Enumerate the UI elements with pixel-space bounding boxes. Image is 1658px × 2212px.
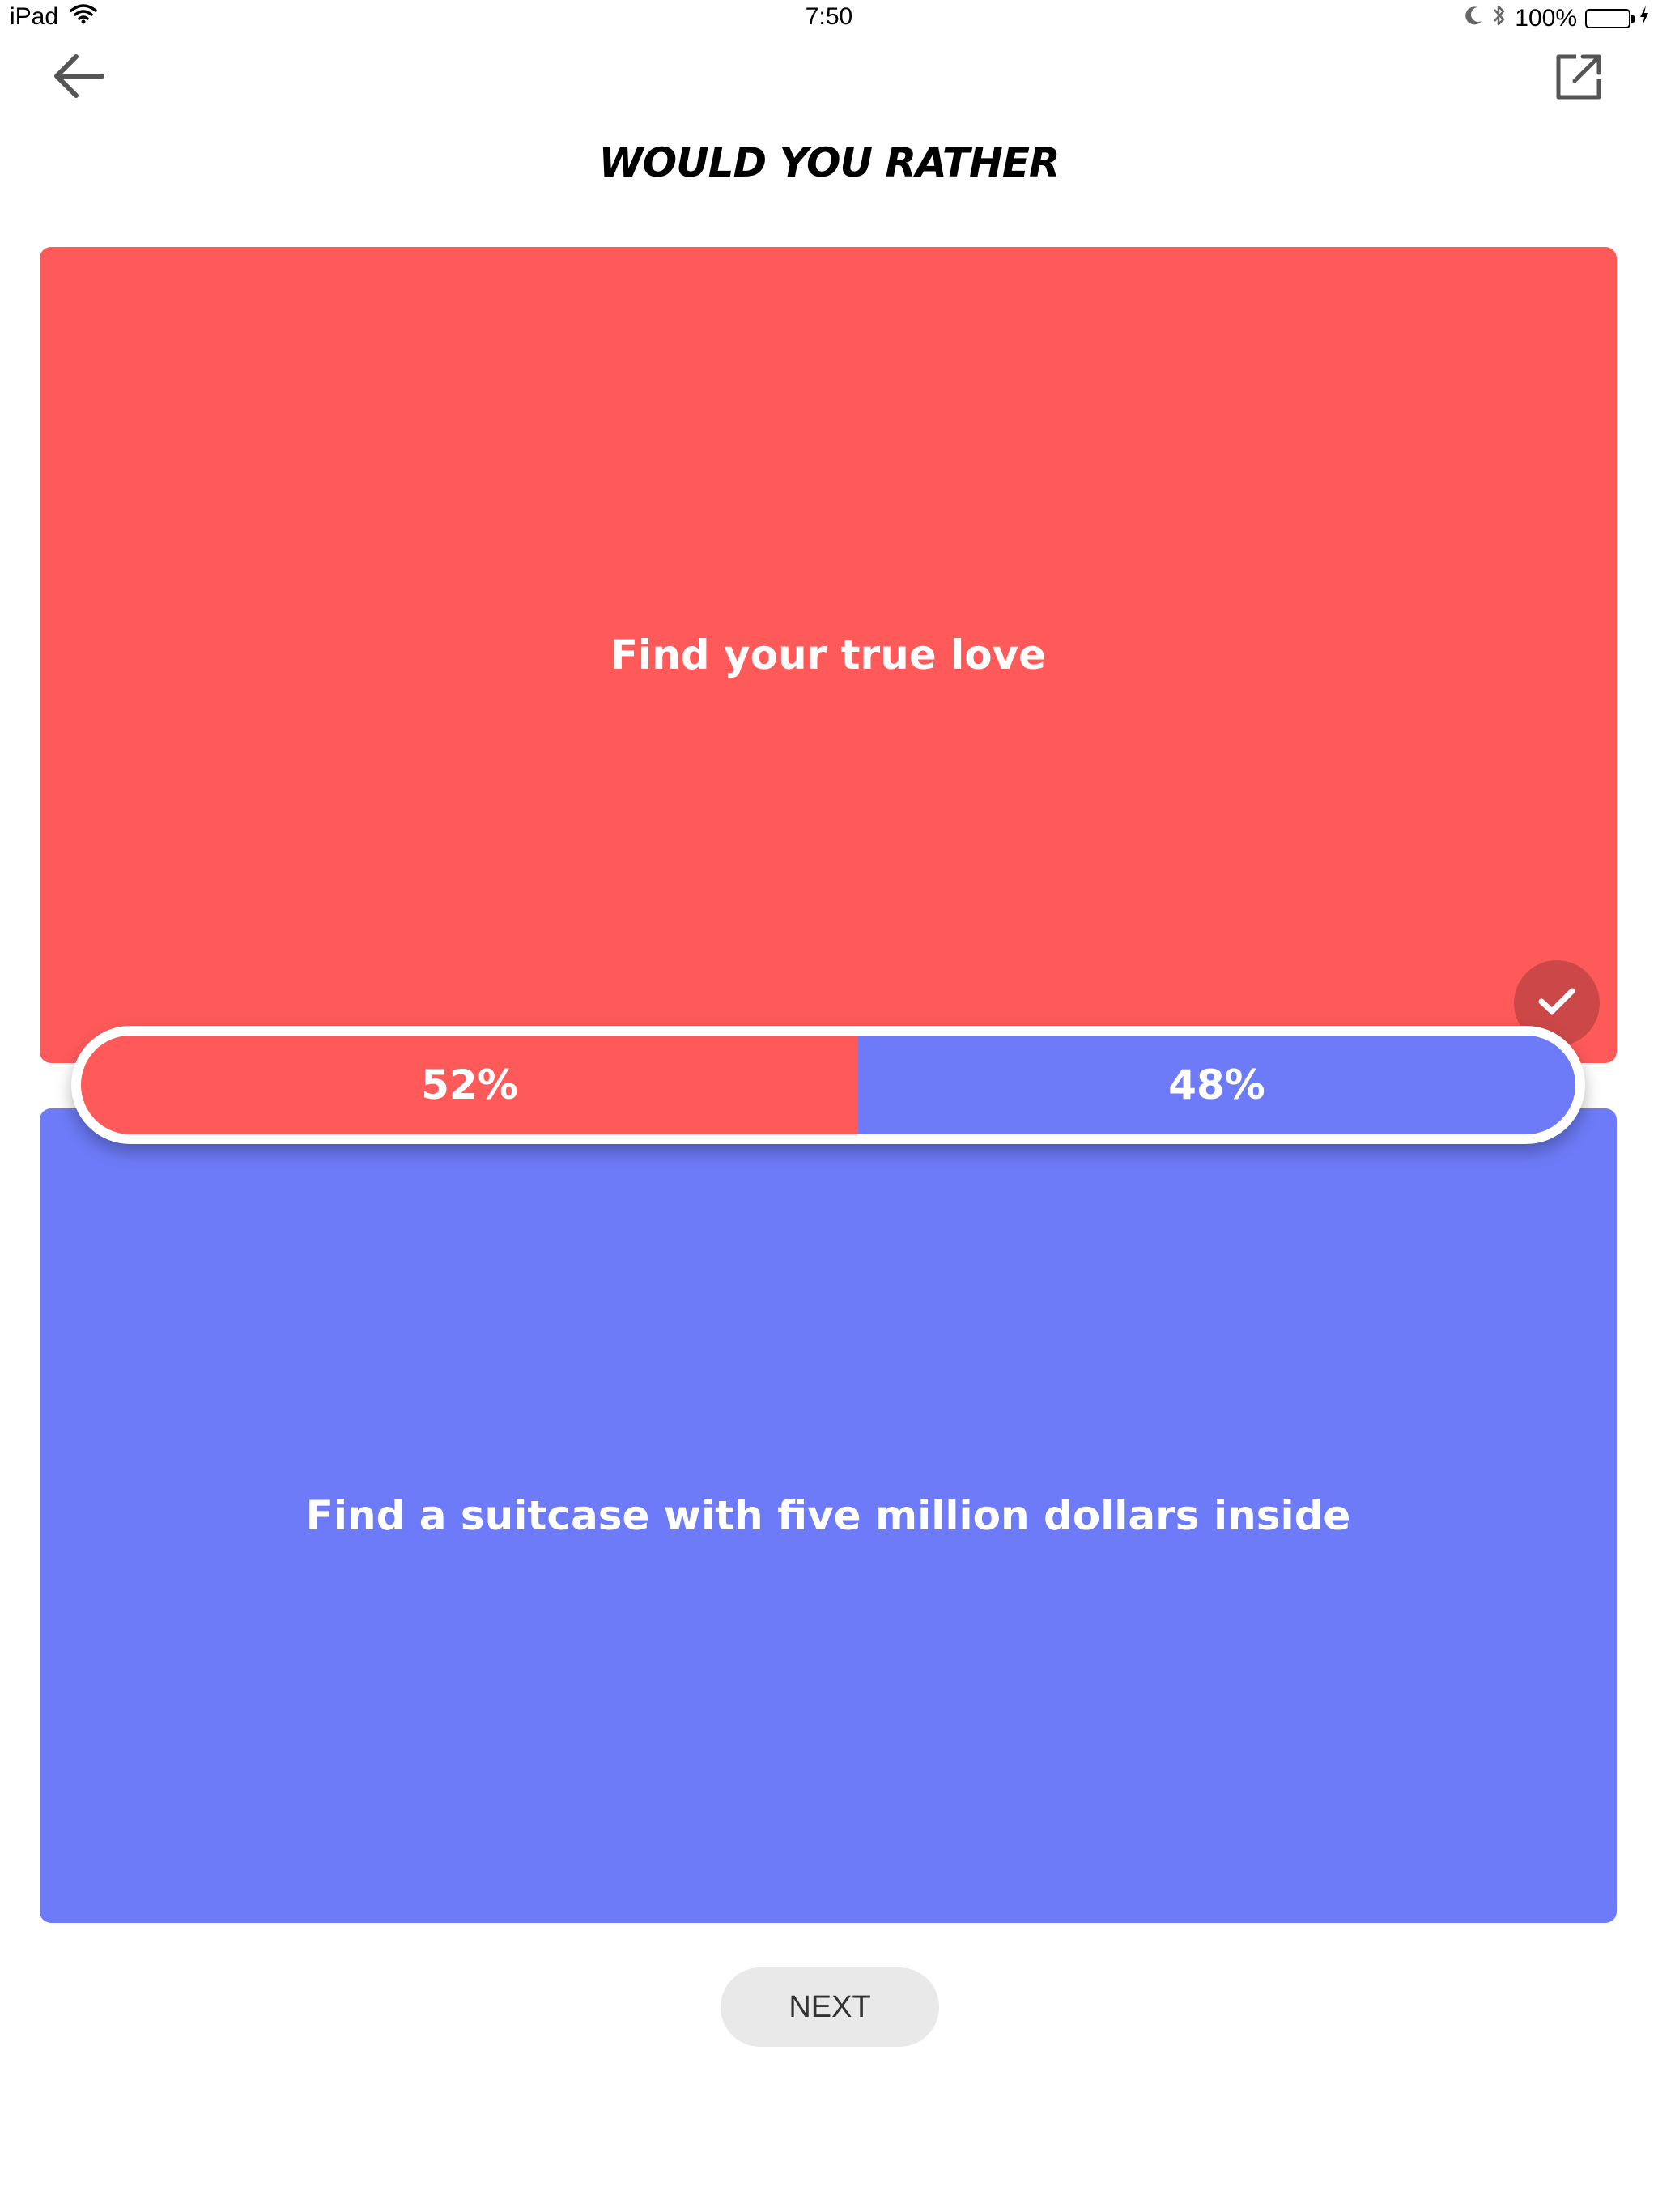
option-a-card[interactable]: Find your true love — [40, 247, 1617, 1063]
checkmark-icon — [1537, 985, 1577, 1021]
option-b-text: Find a suitcase with five million dollar… — [305, 1492, 1351, 1539]
back-button[interactable] — [42, 45, 115, 110]
status-right: 100% — [1465, 3, 1650, 34]
option-a-text: Find your true love — [610, 632, 1047, 678]
arrow-left-icon — [50, 52, 107, 104]
option-a-percent-segment: 52% — [81, 1036, 858, 1134]
bluetooth-icon — [1492, 3, 1507, 34]
battery-nub — [1631, 15, 1635, 23]
option-b-percent: 48% — [1168, 1061, 1265, 1108]
result-bar-inner: 52% 48% — [81, 1036, 1575, 1134]
share-button[interactable] — [1543, 45, 1616, 110]
page-title: WOULD YOU RATHER — [598, 139, 1061, 186]
result-bar: 52% 48% — [71, 1026, 1585, 1144]
status-bar: iPad 7:50 100% — [0, 0, 1658, 39]
app-screen: iPad 7:50 100% WOULD YOU RATHER Find you… — [0, 0, 1658, 2212]
moon-icon — [1465, 5, 1484, 32]
charging-icon — [1639, 5, 1650, 32]
battery-percent: 100% — [1515, 5, 1577, 32]
battery-icon — [1585, 9, 1635, 28]
status-time: 7:50 — [805, 3, 853, 30]
next-button[interactable]: NEXT — [721, 1967, 939, 2047]
option-a-percent: 52% — [421, 1061, 518, 1108]
option-b-percent-segment: 48% — [857, 1036, 1575, 1134]
share-icon — [1554, 50, 1605, 105]
option-b-card[interactable]: Find a suitcase with five million dollar… — [40, 1108, 1617, 1923]
